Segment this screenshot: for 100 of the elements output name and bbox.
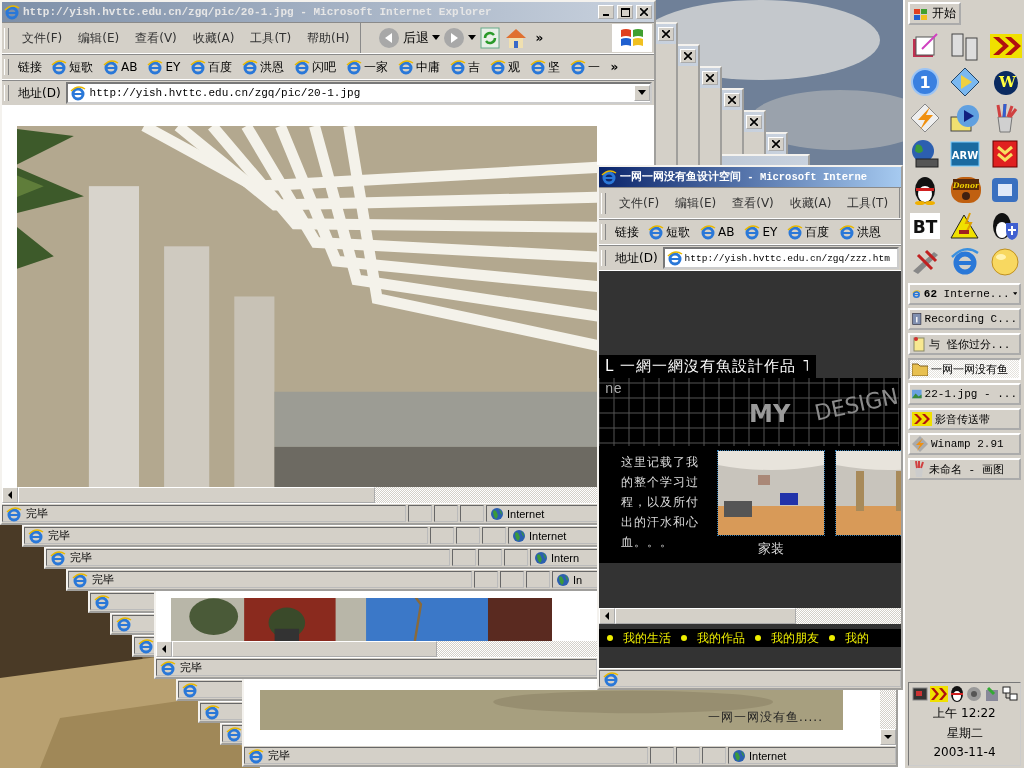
scroll-left-button[interactable] — [2, 487, 18, 503]
scroll-down-button[interactable] — [880, 729, 896, 745]
close-button[interactable] — [746, 115, 762, 129]
browser-icon — [666, 250, 683, 266]
menu-item[interactable]: 工具(T) — [840, 192, 896, 214]
chevrons-icon — [929, 686, 948, 702]
link[interactable]: AB — [696, 223, 739, 241]
close-button[interactable] — [724, 93, 740, 107]
scroll-thumb[interactable] — [615, 608, 797, 624]
menu-item[interactable]: 编辑(E) — [71, 27, 127, 49]
minimize-button[interactable] — [598, 5, 614, 19]
browser-icon — [787, 224, 804, 240]
taskbar-button[interactable]: 与 怪你过分... — [908, 333, 1021, 355]
status-pane — [408, 505, 432, 522]
browser-icon — [839, 224, 856, 240]
link[interactable]: 一家 — [342, 57, 393, 77]
link[interactable]: 闪吧 — [290, 57, 341, 77]
link[interactable]: 百度 — [783, 222, 834, 242]
play-icon[interactable] — [950, 67, 980, 97]
nav-link[interactable]: 我的 — [845, 629, 869, 647]
link[interactable]: 洪恩 — [238, 57, 289, 77]
browser-icon[interactable] — [950, 247, 980, 277]
link[interactable]: 短歌 — [47, 57, 97, 77]
taskbar-button[interactable]: 22-1.jpg - ... — [908, 383, 1021, 405]
menu-item[interactable]: 文件(F) — [15, 27, 70, 49]
penguin-shield-icon[interactable] — [990, 211, 1020, 241]
link[interactable]: 短歌 — [644, 222, 694, 242]
close-button[interactable] — [768, 137, 784, 151]
media-player-icon[interactable] — [950, 103, 980, 133]
taskbar-button[interactable]: 未命名 - 画图 — [908, 458, 1021, 480]
chevrons-icon[interactable] — [990, 31, 1022, 61]
link[interactable]: 中庸 — [394, 57, 445, 77]
address-field[interactable]: http://yish.hvttc.edu.cn/zgq/pic/20-1.jpg — [65, 82, 652, 104]
taskbar-button[interactable]: Winamp 2.91 — [908, 433, 1021, 455]
warning-icon[interactable] — [950, 211, 980, 241]
nav-link[interactable]: 我的朋友 — [771, 629, 819, 647]
notes-icon — [912, 336, 926, 352]
scroll-left-button[interactable] — [599, 608, 615, 624]
links-label: 链接 — [614, 223, 640, 241]
scrollbar[interactable] — [599, 608, 901, 624]
more-links-button[interactable]: » — [606, 60, 623, 74]
label-tile-icon[interactable]: ARW — [950, 139, 980, 169]
status-pane — [526, 571, 550, 588]
taskbar-button[interactable]: 62 Interne... — [908, 283, 1021, 305]
scrollbar[interactable] — [156, 641, 597, 657]
scrollbar[interactable] — [2, 487, 597, 503]
taskbar-button[interactable]: 一网一网没有鱼 — [908, 358, 1021, 380]
status-pane — [676, 747, 700, 764]
bt-logo-icon[interactable]: BT — [910, 211, 940, 241]
menu-item[interactable]: 帮助(H) — [300, 27, 357, 49]
menu-item[interactable]: 收藏(A) — [185, 27, 242, 49]
more-tools-button[interactable]: » — [531, 31, 548, 45]
network-globe-icon[interactable] — [910, 139, 940, 169]
link[interactable]: 观 — [486, 57, 525, 77]
link[interactable]: EY — [740, 223, 782, 241]
status-pane — [434, 505, 458, 522]
taskbar-button[interactable]: 影音传送带 — [908, 408, 1021, 430]
maximize-icon — [620, 7, 630, 17]
clock-time: 上午 12:22 — [933, 705, 996, 722]
forward-button[interactable] — [443, 25, 477, 51]
link[interactable]: EY — [143, 58, 185, 76]
browser-icon — [490, 59, 507, 75]
scrollbar[interactable] — [880, 693, 896, 745]
taskbar-button[interactable]: Recording C... — [908, 308, 1021, 330]
back-button[interactable]: 后退 — [378, 25, 441, 51]
address-field[interactable]: http://yish.hvttc.edu.cn/zgq/zzz.htm — [662, 247, 899, 269]
link[interactable]: AB — [99, 58, 142, 76]
dropdown-button[interactable] — [634, 85, 650, 101]
start-button[interactable]: 开始 — [908, 2, 961, 25]
close-button[interactable] — [680, 49, 696, 63]
link[interactable]: 吉 — [446, 57, 485, 77]
nav-link[interactable]: 我的生活 — [623, 629, 671, 647]
menu-item[interactable]: 工具(T) — [243, 27, 299, 49]
servers-icon[interactable] — [950, 31, 980, 61]
flag-icon — [619, 27, 645, 49]
menu-item[interactable]: 文件(F) — [612, 192, 667, 214]
close-button[interactable] — [658, 27, 674, 41]
close-button[interactable] — [636, 5, 652, 19]
refresh-icon[interactable] — [479, 27, 502, 49]
browser-icon — [570, 59, 587, 75]
menu-item[interactable]: 查看(V) — [725, 192, 781, 214]
menu-item[interactable]: 编辑(E) — [668, 192, 724, 214]
download-icon[interactable] — [990, 139, 1020, 169]
chevrons-icon — [912, 412, 932, 426]
link[interactable]: 一 — [566, 57, 605, 77]
links-label: 链接 — [17, 58, 43, 76]
maximize-button[interactable] — [617, 5, 633, 19]
menu-item[interactable]: 收藏(A) — [782, 192, 839, 214]
number-badge-icon[interactable]: 1 — [910, 67, 940, 97]
caret-icon — [432, 35, 441, 41]
lightning-icon[interactable] — [910, 103, 940, 133]
nav-link[interactable]: 我的作品 — [697, 629, 745, 647]
close-button[interactable] — [702, 71, 718, 85]
link[interactable]: 洪恩 — [835, 222, 886, 242]
link[interactable]: 坚 — [526, 57, 565, 77]
scroll-thumb[interactable] — [18, 487, 375, 503]
link[interactable]: 百度 — [186, 57, 237, 77]
caret-icon — [468, 35, 477, 41]
tile-icon[interactable] — [990, 175, 1020, 205]
menu-item[interactable]: 查看(V) — [128, 27, 184, 49]
